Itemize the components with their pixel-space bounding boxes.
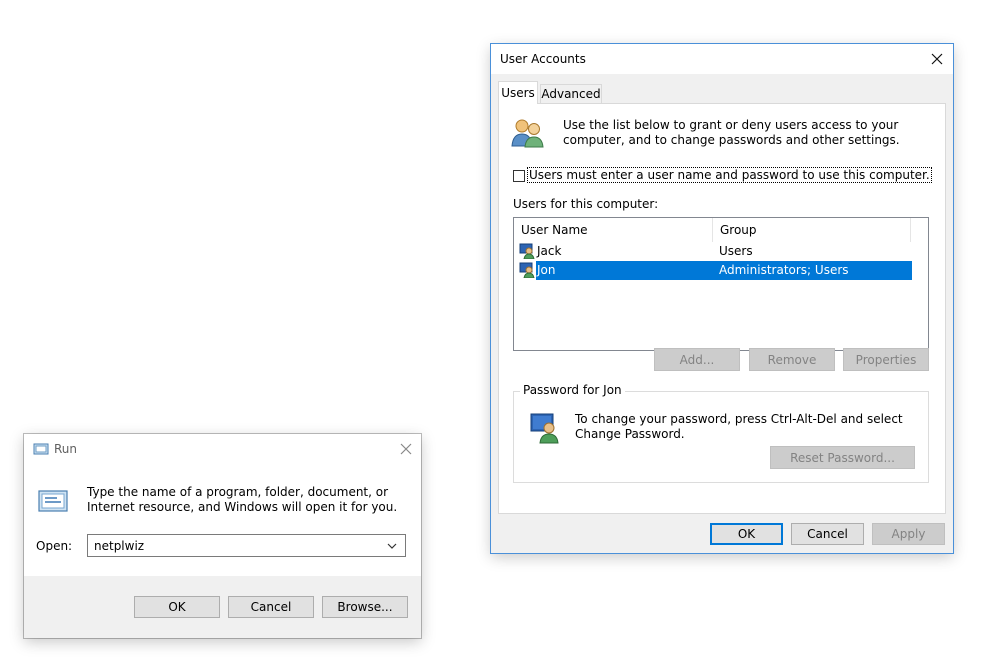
run-title-icon [33, 442, 49, 459]
ua-cancel-button[interactable]: Cancel [791, 523, 864, 545]
ua-titlebar: User Accounts [491, 44, 953, 74]
password-group-label: Password for Jon [520, 383, 625, 397]
user-icon [519, 243, 535, 262]
row-group: Users [719, 244, 753, 258]
users-listview[interactable]: User Name Group Jack Users Jon Administr… [513, 217, 929, 351]
add-user-button[interactable]: Add... [654, 348, 740, 371]
tab-advanced-label: Advanced [541, 87, 601, 101]
reset-password-button[interactable]: Reset Password... [770, 446, 915, 469]
ua-ok-button[interactable]: OK [710, 523, 783, 545]
row-username: Jon [537, 263, 556, 277]
tab-users-label: Users [501, 86, 535, 100]
run-description: Type the name of a program, folder, docu… [87, 485, 398, 514]
table-row[interactable]: Jon Administrators; Users [519, 261, 915, 280]
user-icon [519, 262, 535, 281]
open-combobox[interactable]: netplwiz [87, 534, 406, 557]
users-tab-panel: Use the list below to grant or deny user… [498, 103, 946, 514]
column-header-group[interactable]: Group [713, 218, 911, 242]
listview-header: User Name Group [514, 218, 928, 242]
password-text: To change your password, press Ctrl-Alt-… [575, 412, 903, 441]
users-group-icon [510, 116, 544, 151]
browse-button[interactable]: Browse... [322, 596, 408, 618]
require-login-checkbox[interactable] [513, 170, 525, 182]
run-title: Run [54, 442, 78, 456]
close-icon[interactable] [392, 435, 420, 463]
run-ok-button[interactable]: OK [134, 596, 220, 618]
open-input[interactable]: netplwiz [94, 539, 144, 553]
ua-apply-button[interactable]: Apply [872, 523, 945, 545]
table-row[interactable]: Jack Users [519, 242, 915, 261]
run-dialog: Run Type the name of a program, folder, … [24, 434, 421, 638]
password-groupbox: Password for Jon To change your password… [513, 383, 929, 483]
run-icon [37, 488, 69, 517]
ua-title: User Accounts [500, 52, 586, 66]
tab-users[interactable]: Users [498, 81, 538, 104]
properties-button[interactable]: Properties [843, 348, 929, 371]
close-icon[interactable] [923, 45, 951, 73]
open-label: Open: [36, 539, 72, 553]
column-header-username-label: User Name [521, 223, 588, 237]
row-group: Administrators; Users [719, 263, 849, 277]
run-titlebar: Run [24, 434, 421, 464]
intro-text: Use the list below to grant or deny user… [563, 118, 900, 147]
row-username: Jack [537, 244, 562, 258]
column-header-group-label: Group [720, 223, 757, 237]
column-header-username[interactable]: User Name [514, 218, 713, 242]
chevron-down-icon[interactable] [386, 540, 398, 555]
users-list-label: Users for this computer: [513, 197, 659, 211]
user-password-icon [529, 412, 561, 447]
user-accounts-dialog: User Accounts Users Advanced Use the lis… [491, 44, 953, 553]
tab-advanced[interactable]: Advanced [540, 84, 602, 103]
run-cancel-button[interactable]: Cancel [228, 596, 314, 618]
require-login-label[interactable]: Users must enter a user name and passwor… [527, 167, 932, 183]
open-label-text: Open: [36, 539, 73, 553]
remove-user-button[interactable]: Remove [749, 348, 835, 371]
run-body: Type the name of a program, folder, docu… [24, 464, 421, 576]
